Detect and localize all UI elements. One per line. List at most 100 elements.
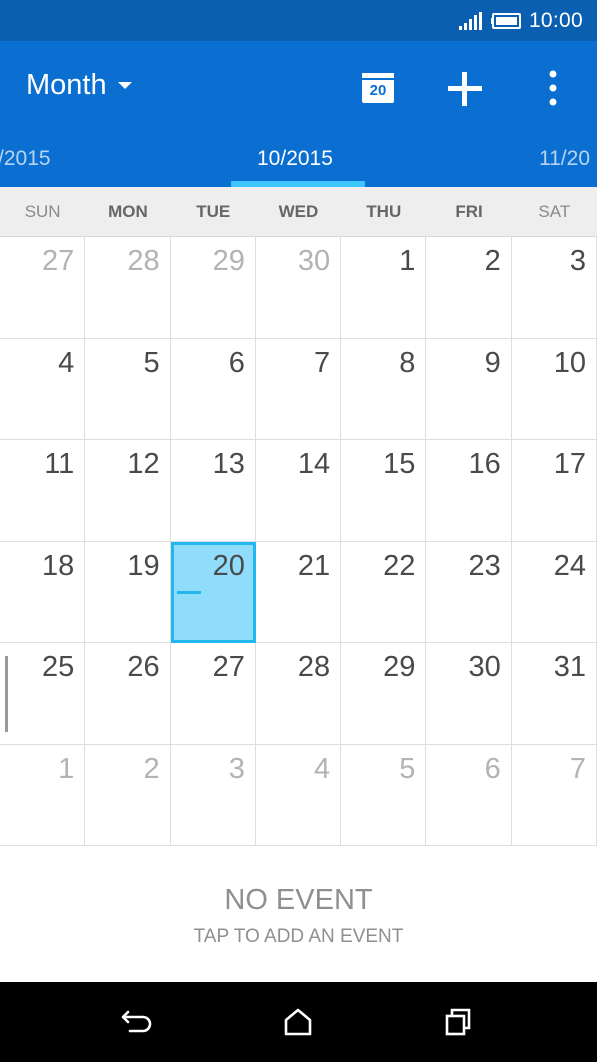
view-label: Month — [26, 69, 107, 101]
calendar-day-cell[interactable]: 31 — [511, 643, 597, 745]
weekday-label: WED — [278, 202, 319, 221]
calendar-day-cell[interactable]: 25 — [0, 643, 86, 745]
day-number: 3 — [569, 245, 586, 277]
calendar-day-cell[interactable]: 28 — [255, 643, 342, 745]
day-number: 20 — [212, 549, 245, 582]
month-tabs: /2015 10/2015 11/20 — [0, 141, 597, 187]
add-event-hint[interactable]: TAP TO ADD AN EVENT — [0, 926, 597, 948]
calendar-day-cell[interactable]: 10 — [511, 338, 597, 440]
day-number: 3 — [228, 752, 245, 785]
calendar-day-cell[interactable]: 30 — [255, 237, 342, 339]
calendar-day-cell-today[interactable]: 20 — [170, 541, 256, 643]
calendar-day-cell[interactable]: 3 — [170, 744, 256, 846]
day-number: 11 — [44, 448, 75, 480]
day-number: 28 — [297, 651, 331, 683]
calendar-day-cell[interactable]: 29 — [170, 237, 256, 339]
home-button[interactable] — [278, 1004, 318, 1040]
add-icon — [448, 72, 482, 106]
calendar-day-cell[interactable]: 19 — [85, 541, 171, 643]
chevron-down-icon — [117, 81, 132, 89]
calendar-day-cell[interactable]: 2 — [426, 237, 512, 339]
day-number: 13 — [212, 448, 245, 480]
calendar-day-cell[interactable]: 16 — [426, 440, 512, 542]
day-number: 6 — [484, 752, 501, 785]
day-number: 2 — [484, 245, 501, 277]
tab-next-month[interactable]: 11/20 — [539, 147, 590, 171]
calendar-day-cell[interactable]: 28 — [85, 237, 171, 339]
app-bar: Month 20 /2015 10/2015 11/20 — [0, 41, 597, 187]
calendar-day-cell[interactable]: 15 — [341, 440, 427, 542]
day-number: 19 — [127, 549, 160, 582]
calendar-day-cell[interactable]: 18 — [0, 541, 86, 643]
calendar-day-cell[interactable]: 5 — [85, 338, 171, 440]
recent-apps-button[interactable] — [438, 1004, 478, 1040]
calendar-day-cell[interactable]: 22 — [341, 541, 427, 643]
day-number: 31 — [553, 651, 586, 683]
navigation-bar — [0, 982, 597, 1062]
day-number: 24 — [553, 549, 586, 582]
back-button[interactable] — [119, 1004, 159, 1040]
calendar-day-cell[interactable]: 29 — [341, 643, 427, 745]
day-number: 30 — [468, 651, 501, 683]
calendar-day-cell[interactable]: 14 — [255, 440, 342, 542]
overflow-menu-icon — [549, 70, 557, 106]
calendar-day-cell[interactable]: 26 — [85, 643, 171, 745]
day-number: 17 — [553, 448, 586, 480]
calendar-day-cell[interactable]: 4 — [255, 744, 342, 846]
calendar-today-icon: 20 — [362, 73, 394, 103]
calendar-day-cell[interactable]: 13 — [170, 440, 256, 542]
home-icon — [284, 1008, 312, 1036]
day-number: 8 — [399, 346, 416, 379]
day-number: 4 — [314, 752, 331, 785]
day-number: 5 — [399, 752, 416, 785]
day-number: 30 — [297, 245, 331, 277]
weekday-label: THU — [366, 202, 402, 221]
calendar-day-cell[interactable]: 7 — [511, 744, 597, 846]
tab-previous-month[interactable]: /2015 — [0, 147, 51, 171]
today-badge: 20 — [369, 82, 387, 99]
no-event-title: NO EVENT — [224, 884, 373, 916]
calendar-day-cell[interactable]: 17 — [511, 440, 597, 542]
tab-current-month[interactable]: 10/2015 — [257, 147, 333, 171]
calendar-day-cell[interactable]: 1 — [341, 237, 427, 339]
today-marker — [176, 590, 201, 594]
today-button[interactable]: 20 — [360, 69, 396, 105]
calendar-day-cell[interactable]: 1 — [0, 744, 86, 846]
calendar-day-cell[interactable]: 9 — [426, 338, 512, 440]
calendar-day-cell[interactable]: 11 — [0, 440, 86, 542]
view-selector[interactable]: Month — [26, 69, 133, 102]
calendar-day-cell[interactable]: 2 — [85, 744, 171, 846]
week-marker — [5, 656, 8, 732]
day-number: 7 — [314, 346, 331, 379]
day-number: 26 — [127, 651, 160, 683]
calendar-day-cell[interactable]: 8 — [341, 338, 427, 440]
calendar-day-cell[interactable]: 6 — [426, 744, 512, 846]
add-event-button[interactable] — [445, 69, 485, 109]
calendar-day-cell[interactable]: 6 — [170, 338, 256, 440]
calendar-day-cell[interactable]: 21 — [255, 541, 342, 643]
calendar-day-cell[interactable]: 27 — [170, 643, 256, 745]
weekday-label: SAT — [538, 202, 571, 221]
calendar-day-cell[interactable]: 27 — [0, 237, 86, 339]
day-number: 10 — [553, 346, 586, 379]
overflow-menu-button[interactable] — [538, 69, 568, 109]
day-number: 14 — [297, 448, 331, 480]
calendar-day-cell[interactable]: 30 — [426, 643, 512, 745]
event-list[interactable]: NO EVENT TAP TO ADD AN EVENT — [0, 846, 597, 982]
day-number: 12 — [127, 448, 160, 480]
calendar-day-cell[interactable]: 7 — [255, 338, 342, 440]
weekday-label: SUN — [24, 202, 61, 221]
calendar-day-cell[interactable]: 5 — [341, 744, 427, 846]
weekday-label: MON — [108, 202, 148, 221]
signal-icon — [458, 12, 482, 30]
weekday-label: TUE — [196, 202, 231, 221]
calendar-day-cell[interactable]: 3 — [511, 237, 597, 339]
day-number: 29 — [383, 651, 416, 683]
calendar-day-cell[interactable]: 4 — [0, 338, 86, 440]
calendar-day-cell[interactable]: 24 — [511, 541, 597, 643]
calendar-day-cell[interactable]: 12 — [85, 440, 171, 542]
day-number: 4 — [58, 346, 75, 379]
calendar-day-cell[interactable]: 23 — [426, 541, 512, 643]
day-number: 15 — [383, 448, 416, 480]
day-number: 28 — [127, 245, 160, 277]
